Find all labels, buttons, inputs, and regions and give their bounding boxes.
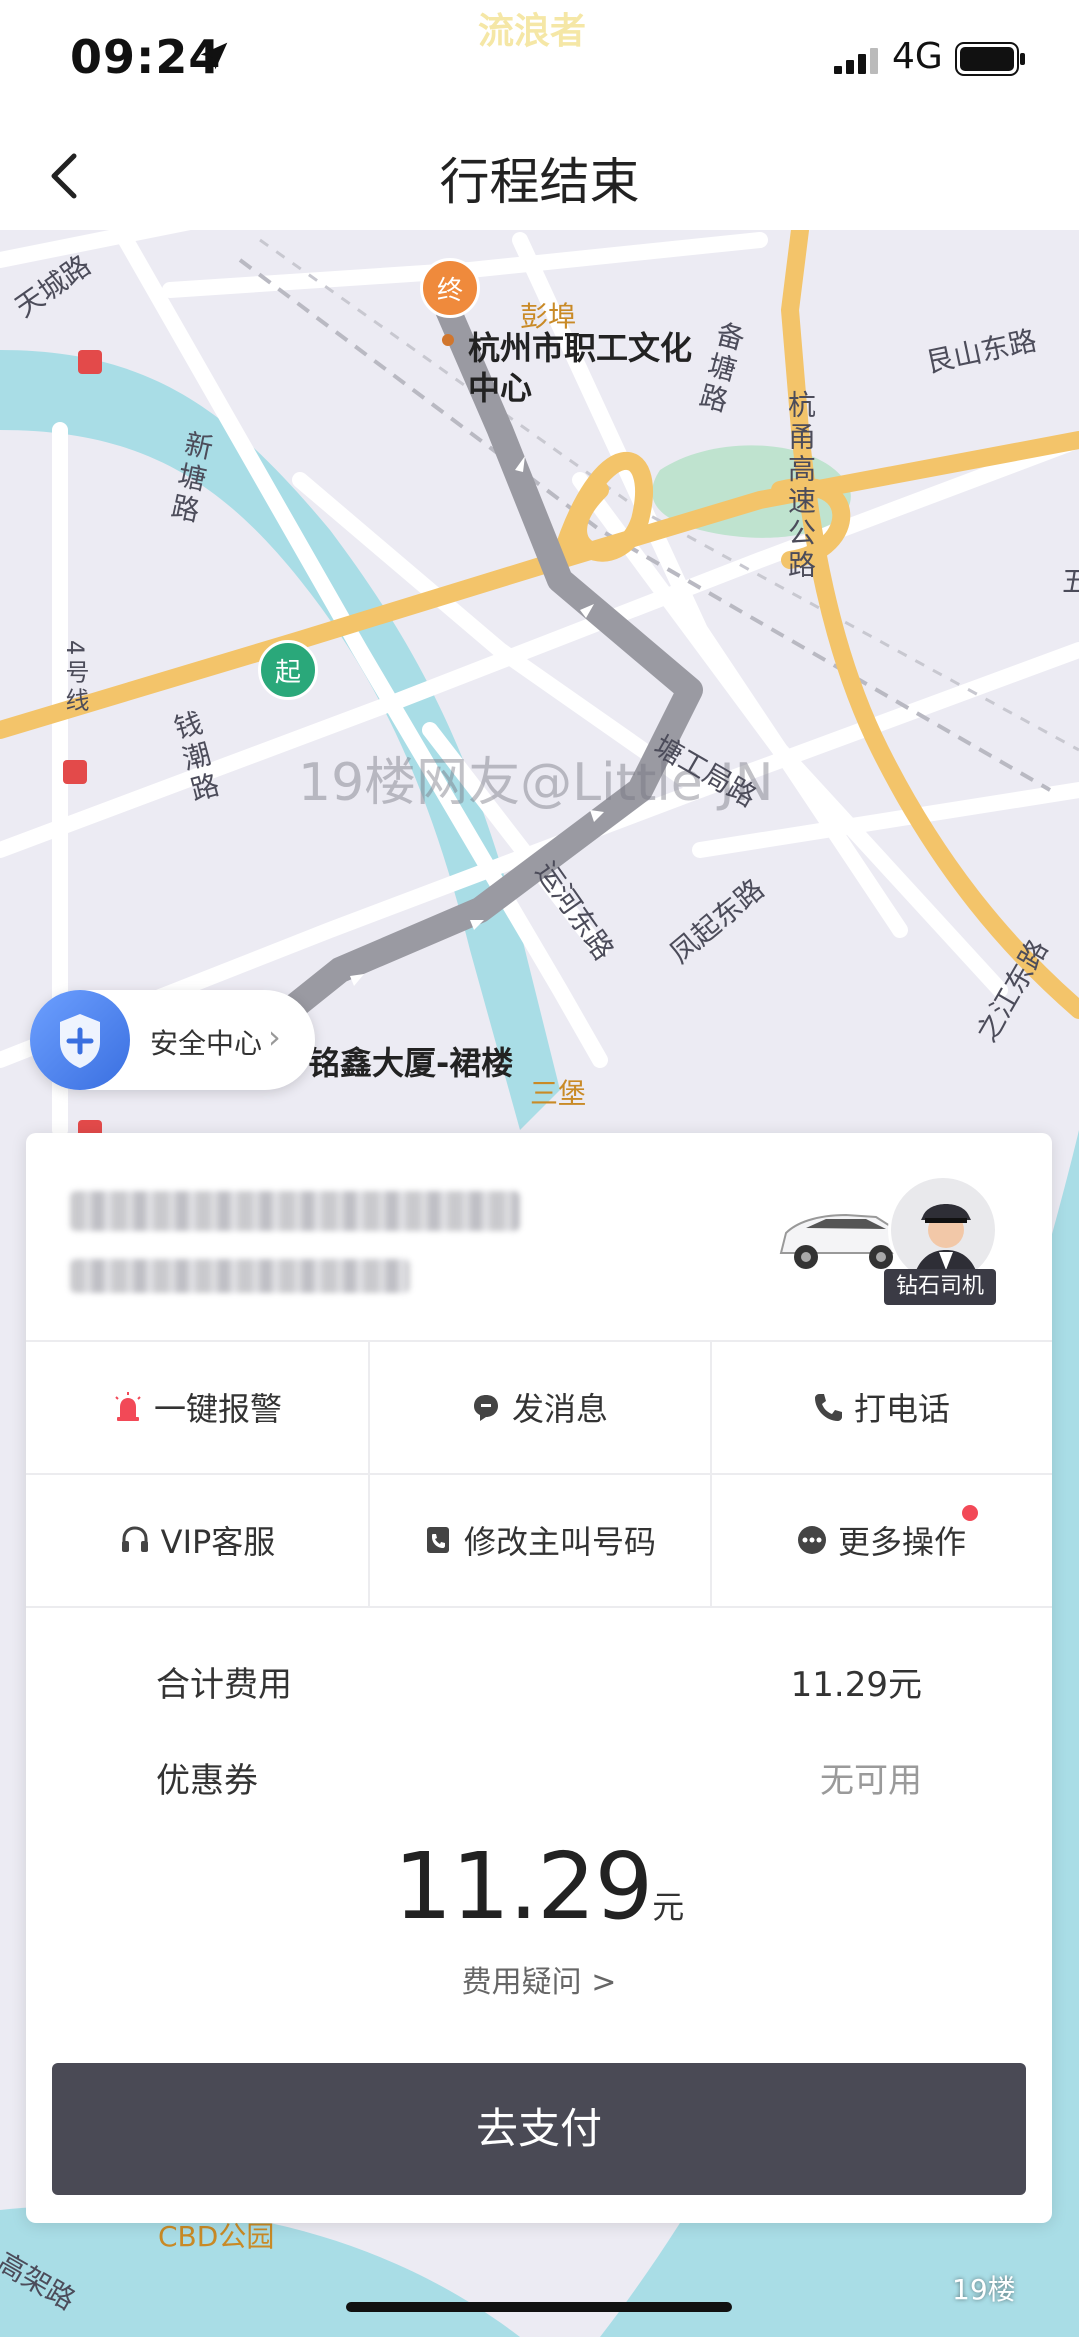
driver-badge: 钻石司机 — [884, 1269, 996, 1305]
total-fee-label: 合计费用 — [156, 1665, 292, 1705]
divider — [710, 1341, 712, 1606]
battery-icon — [955, 42, 1025, 76]
action-label: 打电话 — [853, 1390, 950, 1428]
more-actions-button[interactable]: 更多操作 — [710, 1474, 1052, 1606]
divider — [26, 1606, 1052, 1608]
total-amount-number: 11.29 — [393, 1833, 653, 1940]
signal-icon — [834, 48, 878, 74]
car-image — [779, 1213, 906, 1269]
more-icon — [797, 1526, 826, 1554]
trip-card: 钻石司机 一键报警 发消息 打电话 VIP客服 修改主叫号码 更多操作 合计费用… — [26, 1133, 1052, 2223]
total-amount: 11.29元 — [26, 1833, 1052, 1940]
phone-icon — [814, 1394, 842, 1421]
network-type: 4G — [892, 36, 943, 77]
home-indicator[interactable] — [346, 2302, 732, 2312]
action-label: 修改主叫号码 — [463, 1523, 656, 1561]
alarm-icon — [115, 1392, 141, 1421]
road-label: 五 — [1062, 565, 1079, 598]
start-place-label: 铭鑫大厦-裙楼 — [308, 1044, 514, 1082]
send-message-button[interactable]: 发消息 — [368, 1341, 710, 1473]
top-watermark: 流浪者 — [478, 11, 587, 52]
fee-question-link[interactable]: 费用疑问 > — [26, 1957, 1052, 2001]
pay-button[interactable]: 去支付 — [52, 2063, 1026, 2195]
action-label: VIP客服 — [160, 1523, 276, 1561]
message-icon — [473, 1395, 498, 1421]
blurred-plate-info — [70, 1191, 520, 1231]
phone-book-icon — [426, 1527, 449, 1553]
location-arrow-icon — [200, 42, 228, 70]
status-bar: 09:24 流浪者 4G — [0, 0, 1079, 120]
chevron-right-icon: › — [268, 1018, 281, 1056]
vip-service-button[interactable]: VIP客服 — [26, 1474, 368, 1606]
coupon-value[interactable]: 无可用 — [622, 1753, 922, 1802]
shield-icon — [30, 990, 130, 1090]
change-caller-number-button[interactable]: 修改主叫号码 — [368, 1474, 710, 1606]
end-marker[interactable]: 终 — [420, 258, 480, 318]
action-label: 更多操作 — [837, 1523, 966, 1561]
metro-label: 4号线 — [61, 640, 89, 716]
nav-bar: 行程结束 — [0, 120, 1079, 230]
total-fee-value: 11.29元 — [790, 1665, 922, 1705]
divider — [368, 1341, 370, 1606]
action-label: 一键报警 — [153, 1390, 282, 1428]
area-label: 三堡 — [530, 1077, 587, 1110]
safety-center-label: 安全中心 — [150, 1027, 263, 1060]
coupon-label: 优惠券 — [156, 1761, 258, 1801]
blurred-car-info — [70, 1259, 410, 1293]
end-place-label: 杭州市职工文化中心 — [468, 329, 693, 407]
headset-icon — [121, 1526, 148, 1552]
emergency-alarm-button[interactable]: 一键报警 — [26, 1341, 368, 1473]
corner-watermark: 19楼 — [952, 2273, 1016, 2306]
total-amount-unit: 元 — [652, 1888, 685, 1926]
action-label: 发消息 — [511, 1390, 608, 1428]
road-label: 杭甬高速公路 — [784, 390, 817, 582]
start-marker[interactable]: 起 — [258, 640, 318, 700]
safety-center-button[interactable]: 安全中心 › — [30, 990, 315, 1090]
call-button[interactable]: 打电话 — [710, 1341, 1052, 1473]
notification-dot — [962, 1505, 978, 1521]
page-title: 行程结束 — [439, 153, 640, 211]
